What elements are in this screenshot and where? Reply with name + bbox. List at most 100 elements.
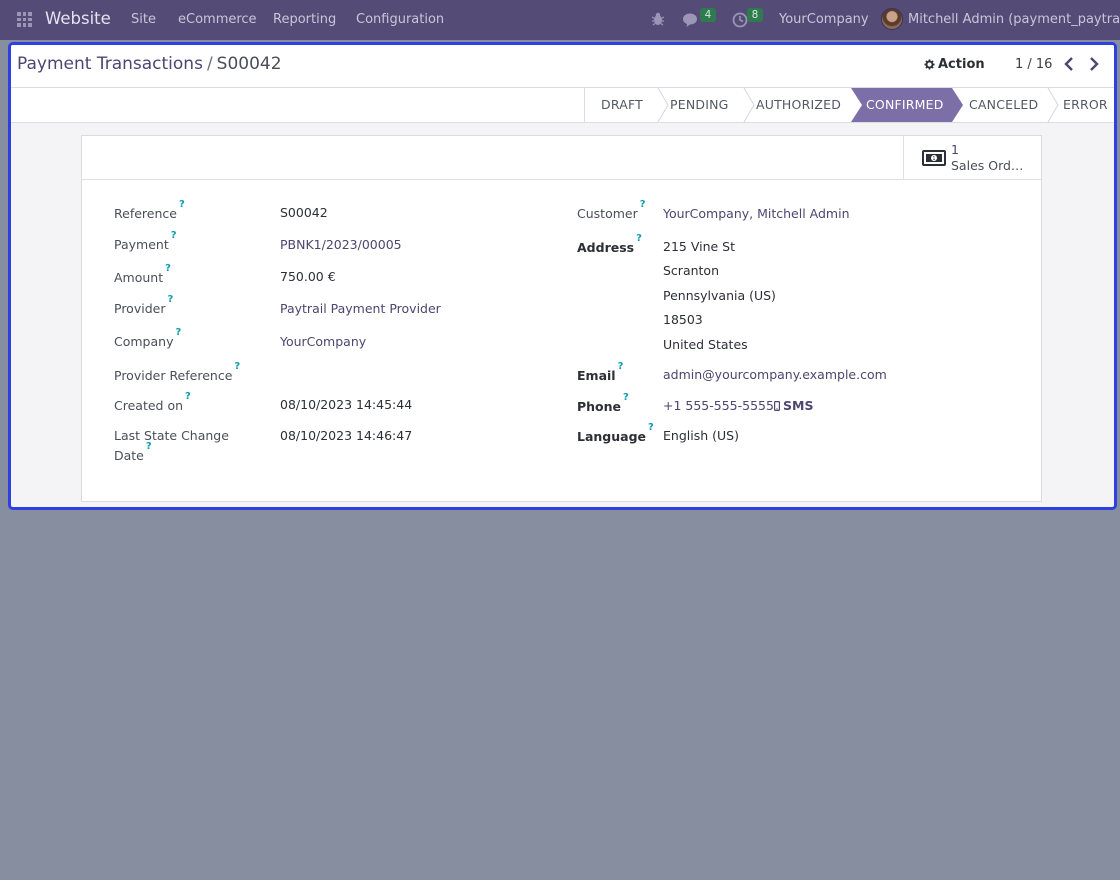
provider-label: Provider?: [114, 294, 173, 317]
stage-divider: [657, 88, 669, 122]
help-tooltip[interactable]: ?: [179, 199, 185, 210]
company-link[interactable]: YourCompany: [280, 334, 366, 349]
help-tooltip[interactable]: ?: [648, 422, 654, 433]
breadcrumb: Payment Transactions / S00042: [17, 54, 282, 74]
address-label-text: Address: [577, 240, 635, 256]
amount-label-text: Amount: [114, 270, 164, 286]
help-tooltip[interactable]: ?: [146, 441, 152, 452]
menu-site[interactable]: Site: [131, 12, 156, 27]
breadcrumb-separator: /: [206, 54, 213, 74]
customer-label-text: Customer: [577, 206, 638, 222]
top-navbar: Website Site eCommerce Reporting Configu…: [0, 0, 1120, 40]
user-avatar[interactable]: [881, 8, 903, 30]
phone-label-text: Phone: [577, 399, 622, 415]
provider-label-text: Provider: [114, 301, 166, 317]
menu-reporting[interactable]: Reporting: [273, 12, 336, 27]
customer-link[interactable]: YourCompany, Mitchell Admin: [663, 206, 850, 221]
payment-label: Payment?: [114, 230, 177, 253]
debug-bug-icon[interactable]: [651, 11, 665, 27]
stage-divider: [743, 88, 755, 122]
email-link[interactable]: admin@yourcompany.example.com: [663, 367, 887, 382]
language-label-text: Language: [577, 429, 647, 445]
sales-orders-count: 1: [951, 142, 959, 157]
help-tooltip[interactable]: ?: [185, 391, 191, 402]
help-tooltip[interactable]: ?: [636, 233, 642, 244]
svg-text:1: 1: [932, 156, 935, 162]
action-button[interactable]: Action: [924, 57, 985, 72]
address-state: Pennsylvania (US): [663, 288, 776, 303]
email-label-text: Email: [577, 368, 616, 384]
address-label: Address?: [577, 233, 642, 256]
menu-configuration[interactable]: Configuration: [356, 12, 444, 27]
activities-clock-icon[interactable]: [732, 12, 748, 28]
messages-count-badge: 4: [700, 8, 716, 22]
user-menu[interactable]: Mitchell Admin (payment_paytrail): [908, 12, 1120, 27]
breadcrumb-parent[interactable]: Payment Transactions: [17, 54, 203, 74]
payment-label-text: Payment: [114, 237, 169, 253]
mobile-phone-icon: [774, 400, 780, 411]
created-on-value: 08/10/2023 14:45:44: [280, 397, 413, 412]
phone-link[interactable]: +1 555-555-5555: [663, 398, 774, 413]
smart-button-bar: 1 1 Sales Ord…: [82, 136, 1041, 180]
help-tooltip[interactable]: ?: [165, 263, 171, 274]
sales-orders-smart-button[interactable]: 1 1 Sales Ord…: [903, 136, 1042, 180]
help-tooltip[interactable]: ?: [640, 199, 646, 210]
payment-link[interactable]: PBNK1/2023/00005: [280, 237, 402, 252]
help-tooltip[interactable]: ?: [167, 294, 173, 305]
language-value: English (US): [663, 428, 739, 443]
activities-count-badge: 8: [747, 8, 763, 22]
help-tooltip[interactable]: ?: [234, 361, 240, 372]
stage-canceled[interactable]: CANCELED: [969, 88, 1038, 122]
address-street: 215 Vine St: [663, 239, 736, 254]
address-zip: 18503: [663, 312, 703, 327]
sms-button[interactable]: SMS: [774, 398, 813, 413]
reference-label: Reference?: [114, 199, 185, 221]
gear-icon: [924, 59, 935, 70]
messages-chat-icon[interactable]: [682, 12, 700, 28]
amount-value: 750.00 €: [280, 269, 336, 284]
address-country: United States: [663, 337, 748, 352]
provider-link[interactable]: Paytrail Payment Provider: [280, 301, 441, 316]
pager-next-chevron-icon[interactable]: [1087, 55, 1101, 73]
created-on-label-text: Created on: [114, 398, 184, 414]
stage-confirmed[interactable]: CONFIRMED: [866, 88, 944, 122]
app-grid-icon[interactable]: [17, 12, 32, 27]
form-view: Payment Transactions / S00042 Action 1 / 1…: [8, 42, 1117, 510]
reference-value: S00042: [280, 205, 328, 220]
menu-ecommerce[interactable]: eCommerce: [178, 12, 257, 27]
pager-value[interactable]: 1 / 16: [1015, 57, 1052, 72]
help-tooltip[interactable]: ?: [623, 392, 629, 403]
last-state-change-value: 08/10/2023 14:46:47: [280, 428, 413, 443]
amount-label: Amount?: [114, 263, 171, 286]
help-tooltip[interactable]: ?: [175, 327, 181, 338]
address-city: Scranton: [663, 263, 719, 278]
control-panel: Payment Transactions / S00042 Action 1 / 1…: [11, 45, 1114, 88]
stage-error[interactable]: ERROR: [1063, 88, 1108, 122]
created-on-label: Created on?: [114, 391, 191, 414]
sales-orders-label: Sales Ord…: [951, 158, 1024, 173]
empty-backdrop: [0, 516, 1120, 880]
money-bill-icon: 1: [922, 150, 946, 166]
stage-authorized[interactable]: AUTHORIZED: [756, 88, 841, 122]
status-bar: DRAFT PENDING AUTHORIZED CONFIRMED CANCE…: [11, 88, 1114, 123]
customer-label: Customer?: [577, 199, 646, 222]
last-state-change-label-line2-text: Date: [114, 448, 144, 464]
stage-draft[interactable]: DRAFT: [601, 88, 643, 122]
provider-reference-label: Provider Reference?: [114, 361, 240, 384]
company-label-text: Company: [114, 334, 174, 350]
company-switcher[interactable]: YourCompany: [779, 12, 869, 27]
last-state-change-label: Last State Change: [114, 428, 229, 443]
form-sheet: 1 1 Sales Ord… Reference? S00042 Payment…: [81, 135, 1042, 502]
help-tooltip[interactable]: ?: [618, 361, 624, 372]
breadcrumb-current: S00042: [216, 54, 282, 74]
language-label: Language?: [577, 422, 654, 445]
sms-label: SMS: [783, 398, 814, 413]
stage-pending[interactable]: PENDING: [670, 88, 729, 122]
help-tooltip[interactable]: ?: [171, 230, 177, 241]
app-brand[interactable]: Website: [45, 9, 111, 28]
stage-divider: [1047, 88, 1059, 122]
email-label: Email?: [577, 361, 623, 384]
pager-previous-chevron-icon[interactable]: [1062, 55, 1076, 73]
action-label: Action: [938, 57, 985, 72]
provider-reference-label-text: Provider Reference: [114, 368, 233, 384]
